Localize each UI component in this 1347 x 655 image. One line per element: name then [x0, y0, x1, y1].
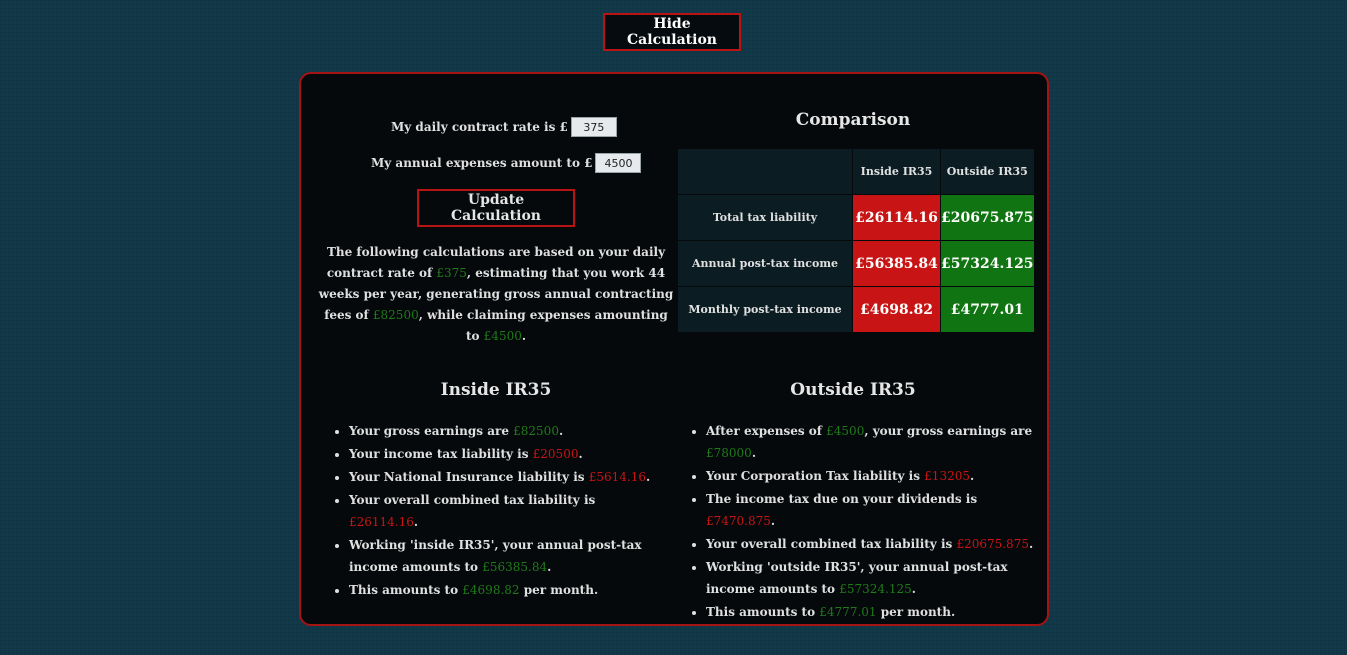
- list-item: Working 'inside IR35', your annual post-…: [349, 534, 667, 578]
- list-item: This amounts to £4777.01 per month.: [706, 601, 1046, 623]
- list-item: Your gross earnings are £82500.: [349, 420, 667, 442]
- comparison-table: Inside IR35 Outside IR35 Total tax liabi…: [677, 148, 1035, 333]
- comparison-row-label: Monthly post-tax income: [677, 286, 853, 333]
- inside-ir35-title: Inside IR35: [440, 380, 552, 400]
- list-item: Your income tax liability is £20500.: [349, 443, 667, 465]
- list-item: The income tax due on your dividends is …: [706, 488, 1046, 532]
- comparison-row-label: Annual post-tax income: [677, 240, 853, 287]
- comparison-row-monthly-income: Monthly post-tax income £4698.82 £4777.0…: [677, 286, 1035, 333]
- comparison-inside-value: £26114.16: [852, 194, 941, 241]
- comparison-row-annual-income: Annual post-tax income £56385.84 £57324.…: [677, 240, 1035, 287]
- expenses-input[interactable]: [595, 153, 642, 173]
- comparison-inside-value: £4698.82: [852, 286, 941, 333]
- inside-ir35-list: Your gross earnings are £82500. Your inc…: [331, 420, 667, 602]
- comparison-outside-value: £4777.01: [940, 286, 1035, 333]
- list-item: Your overall combined tax liability is £…: [706, 533, 1046, 555]
- list-item: After expenses of £4500, your gross earn…: [706, 420, 1046, 464]
- comparison-header-inside: Inside IR35: [852, 148, 941, 195]
- comparison-header-row: Inside IR35 Outside IR35: [677, 148, 1035, 195]
- list-item: Your overall combined tax liability is £…: [349, 489, 667, 533]
- hide-calculation-button[interactable]: Hide Calculation: [603, 13, 741, 51]
- daily-rate-row: My daily contract rate is £: [391, 117, 617, 137]
- daily-rate-label: My daily contract rate is £: [391, 120, 568, 134]
- list-item: Working 'outside IR35', your annual post…: [706, 556, 1046, 600]
- summary-rate-value: £375: [436, 266, 467, 280]
- update-calculation-button[interactable]: Update Calculation: [417, 189, 575, 227]
- comparison-row-label: Total tax liability: [677, 194, 853, 241]
- comparison-row-total-tax: Total tax liability £26114.16 £20675.875: [677, 194, 1035, 241]
- outside-ir35-title: Outside IR35: [790, 380, 916, 400]
- list-item: Your Corporation Tax liability is £13205…: [706, 465, 1046, 487]
- comparison-header-blank: [677, 148, 853, 195]
- summary-expenses-value: £4500: [483, 329, 522, 343]
- summary-part: , while claiming expenses amounting to: [418, 308, 668, 343]
- daily-rate-input[interactable]: [570, 117, 617, 137]
- comparison-header-outside: Outside IR35: [940, 148, 1035, 195]
- comparison-inside-value: £56385.84: [852, 240, 941, 287]
- list-item: Your National Insurance liability is £56…: [349, 466, 667, 488]
- summary-part: .: [521, 329, 527, 343]
- comparison-outside-value: £57324.125: [940, 240, 1035, 287]
- summary-gross-value: £82500: [372, 308, 419, 322]
- outside-ir35-list: After expenses of £4500, your gross earn…: [688, 420, 1046, 624]
- expenses-row: My annual expenses amount to £: [371, 153, 642, 173]
- expenses-label: My annual expenses amount to £: [371, 156, 593, 170]
- comparison-title: Comparison: [795, 110, 911, 130]
- comparison-outside-value: £20675.875: [940, 194, 1035, 241]
- calculation-panel: My daily contract rate is £ My annual ex…: [299, 72, 1049, 626]
- list-item: This amounts to £4698.82 per month.: [349, 579, 667, 601]
- summary-text: The following calculations are based on …: [317, 242, 675, 347]
